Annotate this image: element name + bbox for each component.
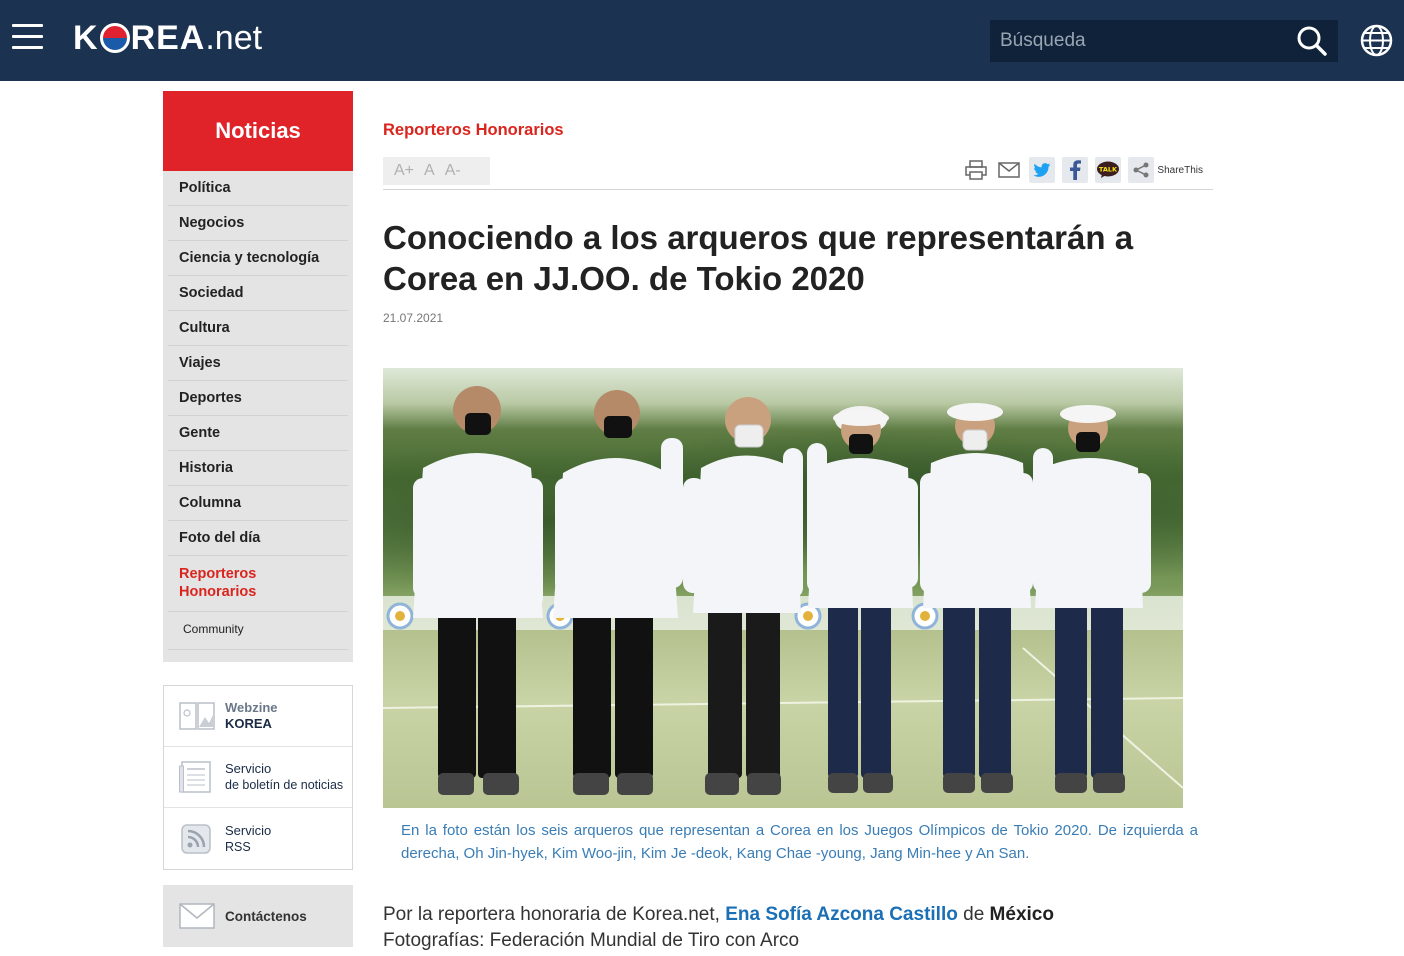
sharethis-label[interactable]: ShareThis: [1157, 165, 1203, 176]
sidebar-item-cultura[interactable]: Cultura: [168, 311, 348, 346]
sidebar-menu: Política Negocios Ciencia y tecnología S…: [163, 171, 353, 662]
rss-line1: Servicio: [225, 822, 272, 838]
logo-text-rea: REA: [130, 18, 206, 57]
facebook-icon[interactable]: [1062, 157, 1089, 183]
rss-service-link[interactable]: Servicio RSS: [164, 808, 352, 869]
article-byline: Por la reportera honoraria de Korea.net,…: [383, 902, 1213, 954]
newsletter-service-link[interactable]: Servicio de boletín de noticias: [164, 747, 352, 808]
sidebar-item-foto-del-dia[interactable]: Foto del día: [168, 521, 348, 556]
search-input[interactable]: [990, 20, 1280, 62]
font-default-button[interactable]: A: [424, 162, 435, 180]
article-toolbar: A+ A A- TALK ShareThis: [383, 155, 1213, 190]
envelope-icon: [179, 903, 215, 929]
webzine-korea-link[interactable]: Webzine KOREA: [164, 686, 352, 747]
top-header: K REA .net: [0, 0, 1404, 81]
byline-author-link[interactable]: Ena Sofía Azcona Castillo: [725, 904, 958, 925]
sidebar-item-gente[interactable]: Gente: [168, 416, 348, 451]
sharethis-icon[interactable]: [1128, 157, 1155, 183]
byline-country: México: [989, 904, 1054, 925]
twitter-icon[interactable]: [1029, 157, 1056, 183]
rss-icon: [181, 823, 211, 854]
newsletter-line2: de boletín de noticias: [225, 778, 344, 792]
logo-text-net: .net: [205, 18, 263, 57]
sidebar-service-box: Webzine KOREA Servicio de boletín de not…: [163, 685, 353, 870]
webzine-icon: [179, 702, 215, 730]
sidebar-item-historia[interactable]: Historia: [168, 451, 348, 486]
article-date: 21.07.2021: [383, 311, 444, 325]
newsletter-line1: Servicio: [225, 761, 272, 776]
font-increase-button[interactable]: A+: [394, 162, 414, 180]
sidebar: Noticias Política Negocios Ciencia y tec…: [163, 91, 353, 662]
kakaotalk-icon[interactable]: TALK: [1095, 157, 1122, 183]
sidebar-item-viajes[interactable]: Viajes: [168, 346, 348, 381]
font-size-controls: A+ A A-: [383, 157, 490, 185]
byline-de: de: [963, 904, 985, 925]
article-category[interactable]: Reporteros Honorarios: [383, 121, 564, 140]
contact-us-label: Contáctenos: [225, 908, 307, 924]
contact-us-button[interactable]: Contáctenos: [163, 885, 353, 947]
article-title: Conociendo a los arqueros que representa…: [383, 219, 1134, 297]
photo-caption: En la foto están los seis arqueros que r…: [401, 822, 1198, 862]
search-box: [990, 20, 1338, 62]
sidebar-item-community[interactable]: Community: [168, 612, 348, 650]
svg-text:TALK: TALK: [1099, 166, 1118, 174]
search-icon[interactable]: [1296, 25, 1328, 57]
webzine-korea-label: KOREA: [225, 716, 272, 731]
share-bar: TALK ShareThis: [963, 157, 1203, 183]
sidebar-item-negocios[interactable]: Negocios: [168, 206, 348, 241]
logo-text-k: K: [73, 18, 99, 57]
webzine-label: Webzine: [225, 700, 278, 715]
email-icon[interactable]: [996, 157, 1022, 183]
archers-group-illustration: [383, 386, 1183, 795]
sidebar-item-sociedad[interactable]: Sociedad: [168, 276, 348, 311]
sidebar-item-ciencia[interactable]: Ciencia y tecnología: [168, 241, 348, 276]
print-icon[interactable]: [963, 157, 989, 183]
sidebar-title[interactable]: Noticias: [163, 91, 353, 171]
photo-credit: Fotografías: Federación Mundial de Tiro …: [383, 930, 800, 951]
sidebar-item-columna[interactable]: Columna: [168, 486, 348, 521]
article-photo: [383, 368, 1183, 808]
sidebar-item-politica[interactable]: Política: [168, 171, 348, 206]
taegeuk-icon: [99, 23, 130, 53]
rss-line2: RSS: [225, 839, 251, 854]
korea-net-logo[interactable]: K REA .net: [73, 18, 262, 58]
newsletter-icon: [179, 761, 211, 793]
menu-icon[interactable]: [12, 24, 43, 50]
globe-icon[interactable]: [1360, 24, 1393, 57]
sidebar-item-deportes[interactable]: Deportes: [168, 381, 348, 416]
sidebar-item-reporteros-honorarios[interactable]: Reporteros Honorarios: [168, 556, 348, 612]
font-decrease-button[interactable]: A-: [445, 162, 461, 180]
byline-prefix: Por la reportera honoraria de Korea.net,: [383, 904, 720, 925]
